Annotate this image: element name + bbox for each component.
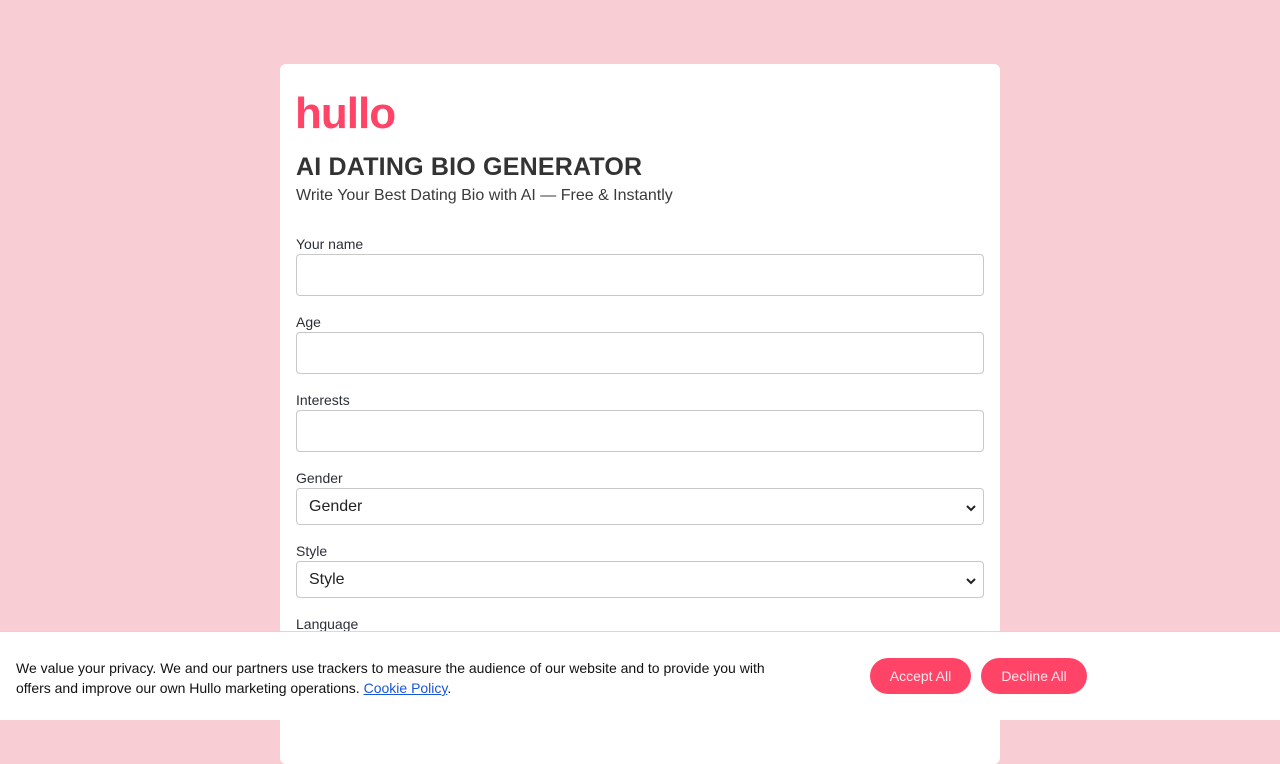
gender-selected-value: Gender (309, 497, 363, 515)
style-label: Style (296, 543, 328, 559)
age-input[interactable] (296, 332, 984, 374)
chevron-down-icon (965, 501, 977, 513)
language-label: Language (296, 616, 359, 632)
interests-input[interactable] (296, 410, 984, 452)
hullo-logo: hullo (295, 89, 405, 138)
cookie-message: We value your privacy. We and our partne… (16, 658, 786, 698)
name-input[interactable] (296, 254, 984, 296)
decline-all-button[interactable]: Decline All (981, 658, 1087, 694)
cookie-trailing: . (447, 680, 452, 696)
cookie-policy-link[interactable]: Cookie Policy (364, 680, 448, 696)
chevron-down-icon (965, 574, 977, 586)
gender-select[interactable]: Gender (296, 488, 984, 525)
style-select[interactable]: Style (296, 561, 984, 598)
page-title: AI DATING BIO GENERATOR (296, 153, 643, 181)
interests-label: Interests (296, 392, 350, 408)
age-label: Age (296, 314, 321, 330)
logo-text: hullo (295, 92, 395, 136)
accept-all-button[interactable]: Accept All (870, 658, 971, 694)
cookie-banner: We value your privacy. We and our partne… (0, 631, 1280, 720)
page-subtitle: Write Your Best Dating Bio with AI — Fre… (296, 187, 673, 204)
style-selected-value: Style (309, 570, 345, 588)
gender-label: Gender (296, 470, 343, 486)
name-label: Your name (296, 236, 364, 252)
